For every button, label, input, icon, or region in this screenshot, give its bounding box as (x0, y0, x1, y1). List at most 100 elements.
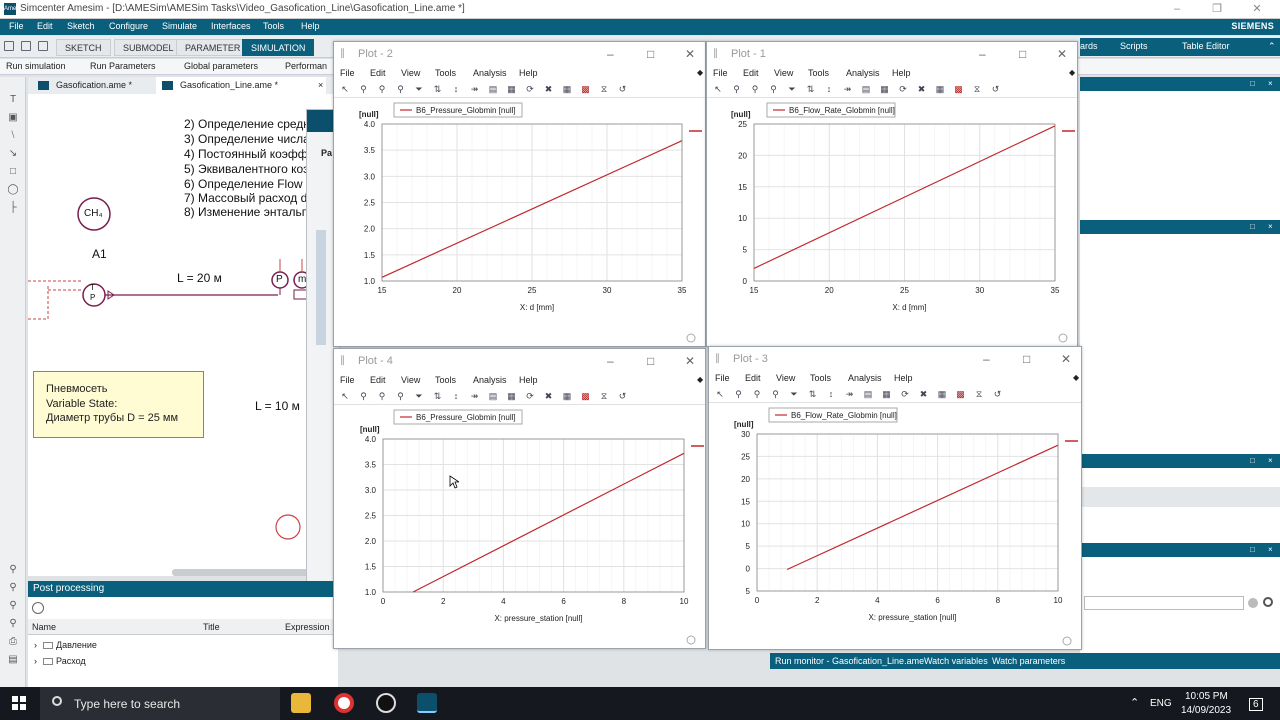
tray-chevron-icon[interactable]: ⌃ (1130, 696, 1139, 709)
plot-tool-icon[interactable]: ⚲ (396, 84, 406, 94)
align-tool-icon[interactable]: ├ (7, 203, 19, 213)
pin-icon[interactable]: ◆ (1069, 68, 1075, 77)
plot-tool-icon[interactable]: ↠ (843, 84, 853, 94)
clear-search-icon[interactable] (1248, 598, 1258, 608)
plot-window[interactable]: ∥ Plot - 4 – □ ✕ File Edit View Tools Analysis Hel… (333, 348, 706, 649)
save-file-icon[interactable] (38, 41, 48, 51)
open-file-icon[interactable] (21, 41, 31, 51)
plot-tool-icon[interactable]: ⚲ (752, 389, 762, 399)
plot-tool-icon[interactable]: ↺ (618, 391, 628, 401)
canvas-scrollbar[interactable] (172, 569, 312, 576)
close-icon[interactable]: ✕ (1057, 47, 1067, 61)
tab-watch-variables[interactable]: Watch variables (924, 656, 988, 666)
plot-tool-icon[interactable]: ⚲ (377, 84, 387, 94)
minimize-icon[interactable]: – (983, 352, 990, 366)
column-title[interactable]: Title (203, 622, 220, 632)
restore-icon[interactable]: □ (1250, 222, 1255, 231)
plot-tool-icon[interactable]: ↕ (824, 84, 834, 94)
plot-tool-icon[interactable]: ↠ (470, 84, 480, 94)
plot-menu-tools[interactable]: Tools (435, 68, 456, 78)
plot-menu-view[interactable]: View (776, 373, 795, 383)
plot-tool-icon[interactable]: ↕ (451, 391, 461, 401)
plot-chart[interactable]: B6_Pressure_Globmin [null] [null] 15 20 25 30… (334, 98, 707, 348)
ards-label[interactable]: ards (1080, 41, 1098, 51)
tab-watch-parameters[interactable]: Watch parameters (992, 656, 1065, 666)
plot-menu-edit[interactable]: Edit (370, 375, 386, 385)
plot-tool-icon[interactable]: ↖ (715, 389, 725, 399)
minimize-icon[interactable]: – (979, 47, 986, 61)
plot-tool-icon[interactable]: ⇅ (433, 391, 443, 401)
recorder-icon[interactable] (376, 693, 396, 713)
plot-titlebar[interactable]: ∥ Plot - 1 – □ ✕ (707, 42, 1077, 66)
plot-menu-view[interactable]: View (401, 375, 420, 385)
column-name[interactable]: Name (32, 622, 56, 632)
plot-tool-icon[interactable]: ⧖ (974, 389, 984, 399)
plot-window[interactable]: ∥ Plot - 1 – □ ✕ File Edit View Tools Analysis Hel… (706, 41, 1078, 347)
plot-tool-icon[interactable]: ✖ (544, 84, 554, 94)
refresh-icon[interactable] (32, 602, 44, 614)
minimize-icon[interactable]: – (1170, 2, 1184, 16)
plot-menu-analysis[interactable]: Analysis (473, 375, 507, 385)
plot-tool-icon[interactable]: ⏷ (414, 84, 424, 94)
line-tool-icon[interactable]: ⧵ (7, 131, 19, 141)
menu-edit[interactable]: Edit (37, 21, 53, 31)
plot-tool-icon[interactable]: ▦ (507, 84, 517, 94)
plot-tool-icon[interactable]: ⚲ (734, 389, 744, 399)
language-indicator[interactable]: ENG (1150, 698, 1172, 709)
menu-configure[interactable]: Configure (109, 21, 148, 31)
plot-tool-icon[interactable]: ↖ (340, 391, 350, 401)
close-icon[interactable]: × (1268, 545, 1273, 554)
plot-menu-edit[interactable]: Edit (370, 68, 386, 78)
plot-tool-icon[interactable]: ↕ (451, 84, 461, 94)
plot-tool-icon[interactable]: ▩ (956, 389, 966, 399)
plot-tool-icon[interactable]: ⟳ (898, 84, 908, 94)
column-expression[interactable]: Expression (285, 622, 330, 632)
run-simulation-button[interactable]: Run simulation (6, 61, 66, 71)
plot-tool-icon[interactable]: ⚲ (359, 391, 369, 401)
plot-titlebar[interactable]: ∥ Plot - 3 – □ ✕ (709, 347, 1081, 371)
plot-tool-icon[interactable]: ▩ (581, 84, 591, 94)
restore-icon[interactable]: □ (1250, 545, 1255, 554)
menu-simulate[interactable]: Simulate (162, 21, 197, 31)
plot-menu-edit[interactable]: Edit (743, 68, 759, 78)
plot-tool-icon[interactable]: ⚲ (396, 391, 406, 401)
plot-tool-icon[interactable]: ⟳ (525, 391, 535, 401)
plot-tool-icon[interactable]: ↠ (845, 389, 855, 399)
plot-tool-icon[interactable]: ↺ (991, 84, 1001, 94)
plot-tool-icon[interactable]: ▦ (935, 84, 945, 94)
scripts-button[interactable]: Scripts (1120, 41, 1148, 51)
plot-menu-tools[interactable]: Tools (808, 68, 829, 78)
plot-tool-icon[interactable]: ▦ (562, 84, 572, 94)
file-explorer-icon[interactable] (291, 693, 311, 713)
zoom-in-icon[interactable]: ⚲ (7, 565, 19, 575)
plot-tool-icon[interactable]: ▩ (581, 391, 591, 401)
close-icon[interactable]: ✕ (685, 354, 695, 368)
plot-tool-icon[interactable]: ⚲ (771, 389, 781, 399)
tab-parameter[interactable]: PARAMETER (176, 39, 250, 56)
pin-icon[interactable]: ◆ (697, 375, 703, 384)
plot-tool-icon[interactable]: ⏷ (789, 389, 799, 399)
tab-submodel[interactable]: SUBMODEL (114, 39, 183, 56)
plot-window[interactable]: ∥ Plot - 3 – □ ✕ File Edit View Tools Analysis Hel… (708, 346, 1082, 650)
plot-menu-file[interactable]: File (340, 68, 355, 78)
maximize-icon[interactable]: □ (1019, 47, 1026, 61)
print-icon[interactable]: ⎙ (7, 637, 19, 647)
sketch-canvas[interactable]: 2) Определение средн 3) Определение числ… (28, 94, 338, 576)
taskbar-search[interactable]: Type here to search (40, 687, 280, 720)
plot-tool-icon[interactable]: ▦ (882, 389, 892, 399)
plot-menu-help[interactable]: Help (894, 373, 913, 383)
text-tool-icon[interactable]: T (7, 95, 19, 105)
minimize-icon[interactable]: – (607, 354, 614, 368)
tab-simulation[interactable]: SIMULATION (242, 39, 315, 56)
zoom-out-icon[interactable]: ⚲ (7, 583, 19, 593)
tab-sketch[interactable]: SKETCH (56, 39, 111, 56)
plot-tool-icon[interactable]: ▦ (562, 391, 572, 401)
clock-time[interactable]: 10:05 PM (1185, 691, 1228, 702)
plot-tool-icon[interactable]: ✖ (917, 84, 927, 94)
close-icon[interactable]: ✕ (1250, 2, 1264, 16)
tab-run-monitor[interactable]: Run monitor - Gasofication_Line.ame (775, 656, 924, 666)
new-file-icon[interactable] (4, 41, 14, 51)
plot-tool-icon[interactable]: ⟳ (900, 389, 910, 399)
plot-tool-icon[interactable]: ✖ (544, 391, 554, 401)
plot-menu-tools[interactable]: Tools (435, 375, 456, 385)
